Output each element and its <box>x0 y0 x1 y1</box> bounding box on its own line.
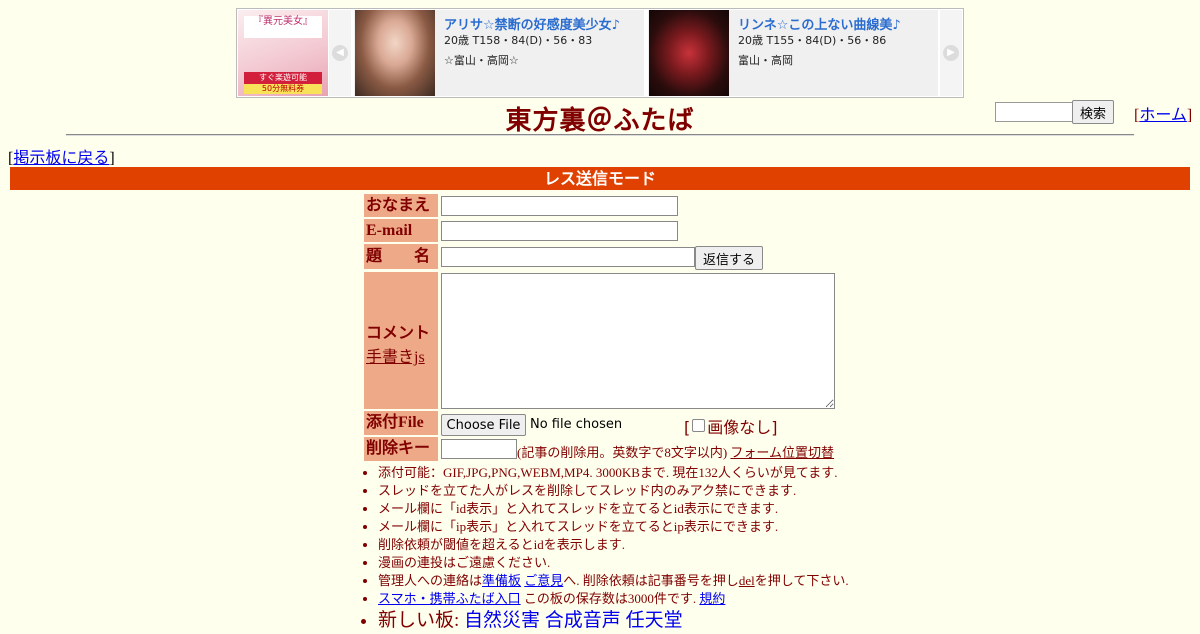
back-to-board-link[interactable]: 掲示板に戻る <box>13 150 109 167</box>
notes-list: 添付可能：GIF,JPG,PNG,WEBM,MP4. 3000KBまで. 現在1… <box>362 464 849 634</box>
delkey-note: (記事の削除用。英数字で8文字以内) <box>517 445 728 460</box>
list-item: 添付可能：GIF,JPG,PNG,WEBM,MP4. 3000KBまで. 現在1… <box>378 464 849 482</box>
mobile-entry-link[interactable]: スマホ・携帯ふたば入口 <box>378 591 521 606</box>
home-link[interactable]: ホーム <box>1139 107 1187 124</box>
ad-card-photo <box>355 10 435 96</box>
back-link-wrapper: [掲示板に戻る] <box>8 150 115 167</box>
feedback-link[interactable]: ご意見 <box>524 573 563 588</box>
ad-side-image[interactable]: 『異元美女』 すぐ楽遊可能 50分無料券 <box>238 10 328 96</box>
ad-card-name[interactable]: アリサ☆禁断の好感度美少女♪ <box>444 14 620 33</box>
ad-banner[interactable]: 『異元美女』 すぐ楽遊可能 50分無料券 ◀ アリサ☆禁断の好感度美少女♪ 20… <box>236 8 964 98</box>
ad-card-spec: 20歳 T155・84(D)・56・86 <box>738 34 887 47</box>
email-label: E-mail <box>364 219 438 242</box>
new-boards-label: 新しい板: <box>378 610 460 631</box>
search-input[interactable] <box>995 102 1073 122</box>
name-label: おなまえ <box>364 194 438 217</box>
del-link[interactable]: del <box>739 573 755 588</box>
comment-textarea[interactable] <box>441 273 835 409</box>
list-item: 削除依頼が閾値を超えるとidを表示します. <box>378 536 849 554</box>
no-image-label: 画像なし <box>707 418 772 437</box>
list-item: 管理人への連絡は準備板 ご意見へ. 削除依頼は記事番号を押しdelを押して下さい… <box>378 572 849 590</box>
subject-field[interactable] <box>441 247 695 267</box>
no-file-status: No file chosen <box>530 417 623 432</box>
email-field[interactable] <box>441 221 678 241</box>
new-board-link-disaster[interactable]: 自然災害 <box>464 610 540 631</box>
delkey-label: 削除キー <box>364 437 438 461</box>
ad-card-photo <box>649 10 729 96</box>
home-link-wrapper: [ホーム] <box>1134 107 1193 124</box>
form-position-toggle-link[interactable]: フォーム位置切替 <box>730 445 834 460</box>
ad-card-name[interactable]: リンネ☆この上ない曲線美♪ <box>738 14 901 33</box>
file-label: 添付File <box>364 411 438 435</box>
new-board-link-voice[interactable]: 合成音声 <box>545 610 621 631</box>
ad-side-band: すぐ楽遊可能 <box>244 72 322 84</box>
reply-button[interactable]: 返信する <box>695 246 763 270</box>
chevron-right-icon: ▶ <box>943 45 959 61</box>
handwriting-link[interactable]: 手書きjs <box>366 349 425 366</box>
ad-side-tag: 『異元美女』 <box>244 16 322 38</box>
ad-card[interactable]: アリサ☆禁断の好感度美少女♪ 20歳 T158・84(D)・56・83 ☆富山・… <box>354 10 644 96</box>
list-item: スマホ・携帯ふたば入口 この板の保存数は3000件です. 規約 <box>378 590 849 608</box>
list-item: メール欄に「id表示」と入れてスレッドを立てるとid表示にできます. <box>378 500 849 518</box>
no-image-option: [画像なし] <box>684 418 778 437</box>
chevron-left-icon: ◀ <box>332 45 348 61</box>
contact-text: 管理人への連絡は <box>378 573 483 588</box>
list-item: 新しい板: 自然災害 合成音声 任天堂 <box>378 608 849 634</box>
list-item: メール欄に「ip表示」と入れてスレッドを立てるとip表示にできます. <box>378 518 849 536</box>
name-field[interactable] <box>441 196 678 216</box>
prep-board-link[interactable]: 準備板 <box>482 573 521 588</box>
file-choose-button[interactable]: Choose File <box>441 414 526 436</box>
mode-bar: レス送信モード <box>10 167 1190 190</box>
no-image-checkbox[interactable] <box>692 419 706 432</box>
delkey-field[interactable] <box>441 439 517 459</box>
delkey-note-wrapper: (記事の削除用。英数字で8文字以内) フォーム位置切替 <box>517 442 834 461</box>
new-board-link-nintendo[interactable]: 任天堂 <box>626 610 683 631</box>
comment-label-cell: コメント 手書きjs <box>364 272 438 409</box>
ad-card[interactable]: リンネ☆この上ない曲線美♪ 20歳 T155・84(D)・56・86 富山・高岡 <box>648 10 938 96</box>
contact-text-mid: へ. 削除依頼は記事番号を押し <box>563 573 739 588</box>
retention-text: この板の保存数は3000件です. <box>523 591 697 606</box>
search-button[interactable]: 検索 <box>1072 100 1114 124</box>
ad-next-button[interactable]: ▶ <box>940 10 962 96</box>
list-item: 漫画の連投はご遠慮ください. <box>378 554 849 572</box>
header-divider <box>66 134 1134 136</box>
ad-prev-button[interactable]: ◀ <box>329 10 351 96</box>
subject-label: 題 名 <box>364 244 438 269</box>
ad-card-spec: 20歳 T158・84(D)・56・83 <box>444 34 593 47</box>
ad-card-area: ☆富山・高岡☆ <box>444 54 519 67</box>
terms-link[interactable]: 規約 <box>699 591 725 606</box>
contact-text-post: を押して下さい. <box>754 573 849 588</box>
comment-label: コメント <box>366 325 431 342</box>
ad-card-area: 富山・高岡 <box>738 54 793 67</box>
list-item: スレッドを立てた人がレスを削除してスレッド内のみアク禁にできます. <box>378 482 849 500</box>
ad-side-band2: 50分無料券 <box>244 84 322 94</box>
